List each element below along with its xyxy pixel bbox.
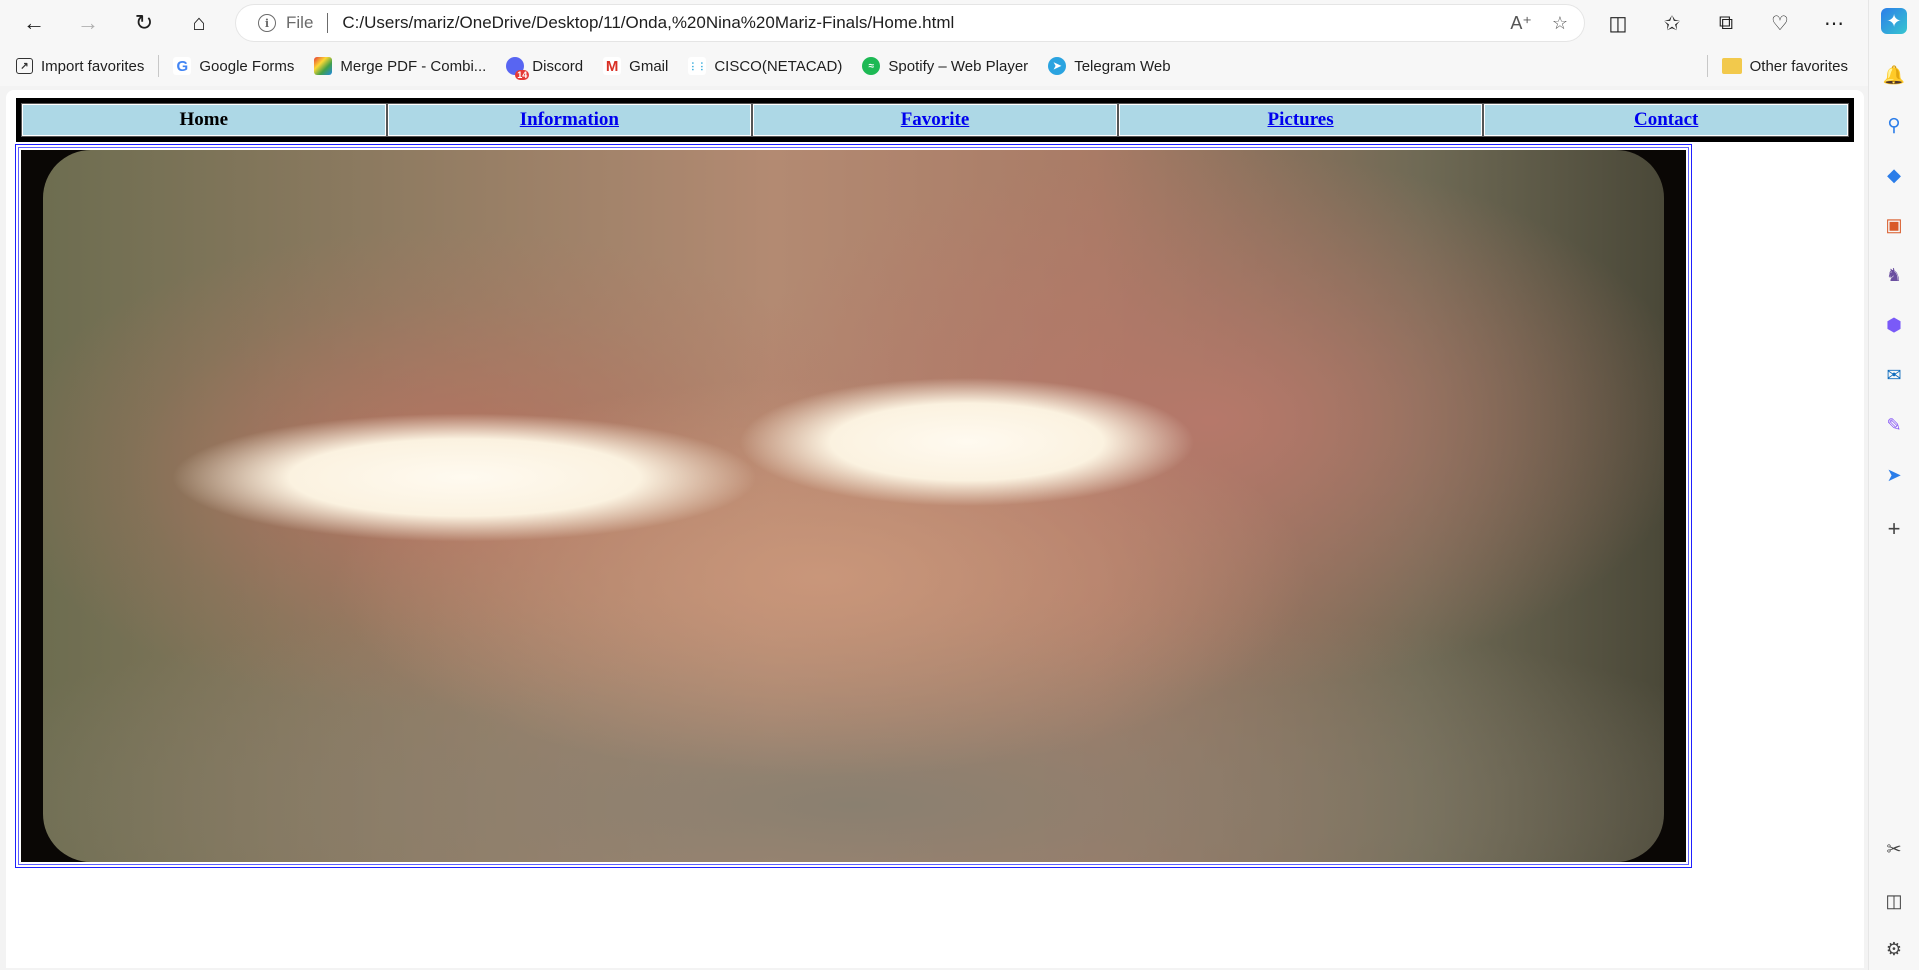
browser-window: ← → ↻ ⌂ i File C:/Users/mariz/OneDrive/D… bbox=[0, 0, 1919, 970]
nav-home[interactable]: Home bbox=[21, 103, 387, 137]
site-nav-table: Home Information Favorite Pictures Conta… bbox=[16, 98, 1854, 142]
nav-information-link[interactable]: Information bbox=[520, 109, 619, 131]
settings-gear-icon[interactable]: ⚙ bbox=[1881, 936, 1907, 962]
hero-image-border bbox=[18, 147, 1689, 865]
favorite-merge-pdf[interactable]: Merge PDF - Combi... bbox=[304, 50, 496, 82]
nav-pictures[interactable]: Pictures bbox=[1117, 103, 1484, 137]
favorite-import[interactable]: ↗ Import favorites bbox=[6, 50, 154, 82]
divider bbox=[1706, 55, 1708, 77]
divider bbox=[327, 13, 329, 33]
nav-contact[interactable]: Contact bbox=[1483, 103, 1849, 137]
browser-toolbar: ← → ↻ ⌂ i File C:/Users/mariz/OneDrive/D… bbox=[0, 0, 1868, 46]
favorite-label: Telegram Web bbox=[1074, 57, 1171, 75]
info-icon[interactable]: i bbox=[258, 14, 276, 32]
hero-image-frame bbox=[15, 144, 1692, 868]
google-icon: G bbox=[173, 57, 192, 75]
games-icon[interactable]: ♞ bbox=[1881, 262, 1907, 288]
favorite-discord[interactable]: 14 Discord bbox=[496, 50, 593, 82]
back-arrow-icon[interactable]: ← bbox=[14, 3, 54, 43]
scheme-label: File bbox=[286, 13, 314, 32]
spotify-icon: ≈ bbox=[862, 57, 881, 75]
favorite-spotify[interactable]: ≈ Spotify – Web Player bbox=[852, 50, 1038, 82]
favorite-label: Gmail bbox=[629, 57, 669, 75]
toolbar-actions: ◫ ✩ ⧉ ♡ ⋯ bbox=[1598, 3, 1854, 43]
favorite-label: Other favorites bbox=[1749, 57, 1848, 75]
forward-arrow-icon[interactable]: → bbox=[68, 3, 108, 43]
hero-image bbox=[21, 150, 1686, 862]
search-icon[interactable]: ⚲ bbox=[1881, 112, 1907, 138]
nav-information[interactable]: Information bbox=[386, 103, 753, 137]
favorite-label: Google Forms bbox=[199, 57, 295, 75]
telegram-icon: ➤ bbox=[1048, 57, 1067, 75]
shopping-tag-icon[interactable]: ◆ bbox=[1881, 162, 1907, 188]
favorite-telegram[interactable]: ➤ Telegram Web bbox=[1038, 50, 1180, 82]
notification-badge: 14 bbox=[515, 70, 530, 80]
address-bar[interactable]: i File C:/Users/mariz/OneDrive/Desktop/1… bbox=[236, 5, 1584, 41]
cisco-icon: ⋮⋮ bbox=[688, 57, 707, 75]
hero-photo-content bbox=[43, 150, 1664, 862]
hide-sidebar-icon[interactable]: ◫ bbox=[1881, 888, 1907, 914]
home-icon[interactable]: ⌂ bbox=[179, 3, 219, 43]
screenshot-icon[interactable]: ✂ bbox=[1881, 836, 1907, 862]
tools-briefcase-icon[interactable]: ▣ bbox=[1881, 212, 1907, 238]
favorite-star-icon[interactable]: ☆ bbox=[1552, 13, 1568, 34]
favorite-google-forms[interactable]: G Google Forms bbox=[163, 50, 304, 82]
favorite-label: Import favorites bbox=[41, 57, 145, 75]
nav-favorite[interactable]: Favorite bbox=[752, 103, 1118, 137]
read-aloud-icon[interactable]: A⁺ bbox=[1510, 13, 1532, 34]
designer-icon[interactable]: ✎ bbox=[1881, 412, 1907, 438]
address-actions: A⁺ ☆ bbox=[1510, 5, 1568, 41]
divider bbox=[158, 55, 160, 77]
nav-contact-link[interactable]: Contact bbox=[1634, 109, 1698, 131]
more-options-icon[interactable]: ⋯ bbox=[1814, 3, 1854, 43]
collections-icon[interactable]: ⧉ bbox=[1706, 3, 1746, 43]
edge-sidebar: ✦ 🔔 ⚲ ◆ ▣ ♞ ⬢ ✉ ✎ ➤ + ✂ ◫ ⚙ bbox=[1868, 0, 1919, 970]
gmail-icon: M bbox=[603, 57, 622, 75]
copilot-icon[interactable]: ✦ bbox=[1881, 8, 1907, 34]
favorites-icon[interactable]: ✩ bbox=[1652, 3, 1692, 43]
outlook-icon[interactable]: ✉ bbox=[1881, 362, 1907, 388]
url-text[interactable]: C:/Users/mariz/OneDrive/Desktop/11/Onda,… bbox=[342, 13, 954, 33]
other-favorites[interactable]: Other favorites bbox=[1693, 50, 1858, 82]
nav-favorite-link[interactable]: Favorite bbox=[901, 109, 970, 131]
favorite-cisco[interactable]: ⋮⋮ CISCO(NETACAD) bbox=[678, 50, 852, 82]
browser-essentials-icon[interactable]: ♡ bbox=[1760, 3, 1800, 43]
page-viewport: Home Information Favorite Pictures Conta… bbox=[6, 90, 1864, 968]
microsoft-365-icon[interactable]: ⬢ bbox=[1881, 312, 1907, 338]
favorites-bar: ↗ Import favorites G Google Forms Merge … bbox=[0, 46, 1868, 86]
merge-pdf-icon bbox=[314, 57, 333, 75]
nav-home-label: Home bbox=[179, 109, 229, 130]
folder-icon bbox=[1721, 58, 1742, 74]
favorite-gmail[interactable]: M Gmail bbox=[593, 50, 678, 82]
nav-pictures-link[interactable]: Pictures bbox=[1268, 109, 1334, 131]
notification-bell-icon[interactable]: 🔔 bbox=[1881, 62, 1907, 88]
favorite-label: Discord bbox=[532, 57, 584, 75]
favorite-label: Spotify – Web Player bbox=[888, 57, 1029, 75]
favorite-label: Merge PDF - Combi... bbox=[340, 57, 487, 75]
discord-icon: 14 bbox=[506, 57, 530, 80]
refresh-icon[interactable]: ↻ bbox=[124, 3, 164, 43]
add-icon[interactable]: + bbox=[1881, 516, 1907, 542]
favorite-label: CISCO(NETACAD) bbox=[714, 57, 843, 75]
split-screen-icon[interactable]: ◫ bbox=[1598, 3, 1638, 43]
drop-icon[interactable]: ➤ bbox=[1881, 462, 1907, 488]
import-icon: ↗ bbox=[16, 58, 33, 74]
